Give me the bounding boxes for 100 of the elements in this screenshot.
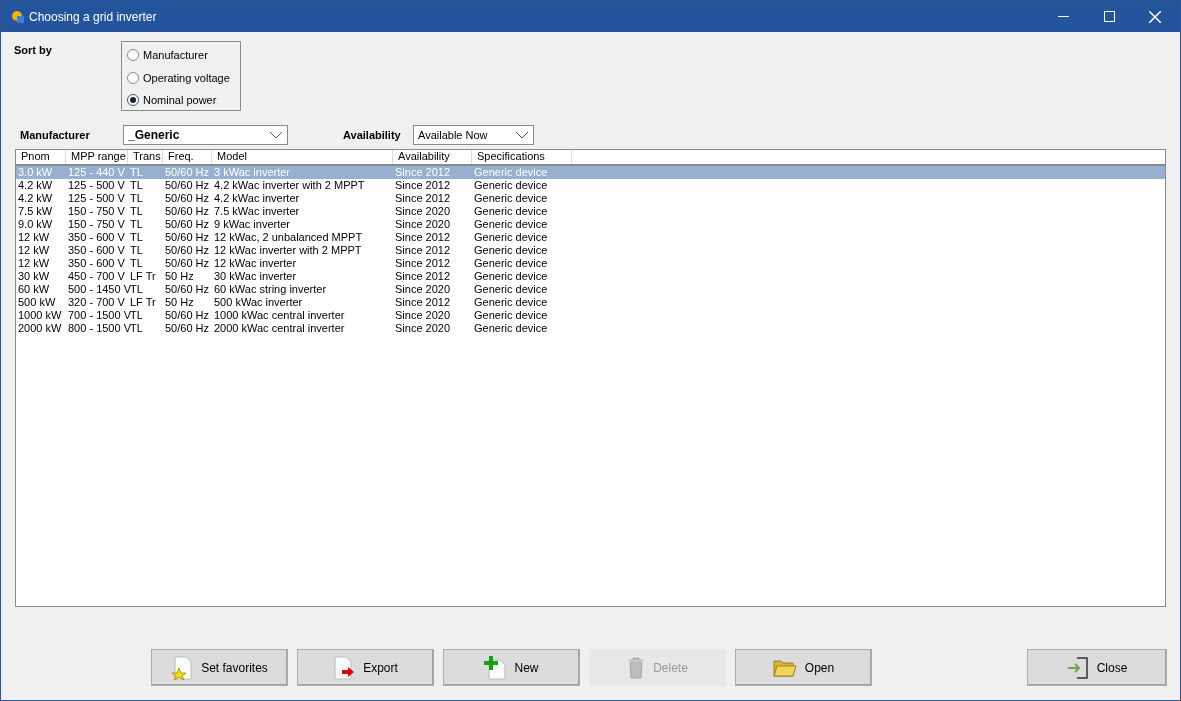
column-header[interactable]: Availability bbox=[393, 150, 472, 164]
table-cell-text: 125 - 440 V bbox=[67, 166, 126, 179]
table-cell-text: 12 kWac inverter with 2 MPPT bbox=[213, 244, 363, 257]
manufacturer-dropdown[interactable]: _Generic bbox=[123, 125, 288, 145]
sort-radio-option[interactable]: Nominal power bbox=[127, 92, 235, 109]
radio-button[interactable] bbox=[127, 71, 139, 84]
table-cell-text: 12 kW bbox=[17, 257, 51, 270]
close-button[interactable]: Close bbox=[1027, 649, 1167, 686]
table-cell-text: 1000 kW bbox=[17, 309, 63, 322]
export-button[interactable]: Export bbox=[297, 649, 434, 686]
chevron-down-icon bbox=[515, 131, 529, 139]
table-cell-text: 3.0 kW bbox=[17, 166, 54, 179]
new-button[interactable]: New bbox=[443, 649, 580, 686]
table-cell-text: 12 kW bbox=[17, 244, 51, 257]
column-header[interactable]: Pnom bbox=[16, 150, 66, 164]
table-cell-text: 9.0 kW bbox=[17, 218, 54, 231]
table-cell-text: 450 - 700 V bbox=[67, 270, 126, 283]
table-cell-text: 150 - 750 V bbox=[67, 218, 126, 231]
column-header[interactable]: Trans bbox=[128, 150, 163, 164]
chevron-down-icon bbox=[269, 131, 283, 139]
table-cell-text: Since 2020 bbox=[394, 309, 452, 322]
sort-radio-option[interactable]: Operating voltage bbox=[127, 69, 235, 86]
table-cell-text: 30 kW bbox=[17, 270, 51, 283]
table-cell-text: Since 2012 bbox=[394, 166, 452, 179]
table-cell-text: Generic device bbox=[473, 244, 549, 257]
table-cell-text: Generic device bbox=[473, 205, 549, 218]
table-cell-text: Since 2012 bbox=[394, 179, 452, 192]
table-row[interactable]: 2000 kW 800 - 1500 VTL 50/60 Hz 2000 kWac central inverter Since 2020 Generic device bbox=[16, 322, 1165, 335]
radio-button[interactable] bbox=[127, 49, 139, 62]
table-row[interactable]: 7.5 kW 150 - 750 V TL 50/60 Hz 7.5 kWac inverter Since 2020 Generic device bbox=[16, 205, 1165, 218]
table-cell-text: Since 2012 bbox=[394, 244, 452, 257]
sort-by-label: Sort by bbox=[14, 43, 53, 58]
column-header[interactable]: Model bbox=[212, 150, 393, 164]
table-cell-text: Generic device bbox=[473, 283, 549, 296]
table-cell-text: 50/60 Hz bbox=[164, 179, 211, 192]
table-cell-text: 50/60 Hz bbox=[164, 218, 211, 231]
table-cell-text: 4.2 kWac inverter with 2 MPPT bbox=[213, 179, 366, 192]
table-cell-text: 150 - 750 V bbox=[67, 205, 126, 218]
table-cell-text: 30 kWac inverter bbox=[213, 270, 298, 283]
table-cell-text: 12 kWac inverter bbox=[213, 257, 298, 270]
table-cell-text: 50/60 Hz bbox=[164, 257, 211, 270]
table-row[interactable]: 12 kW 350 - 600 V TL 50/60 Hz 12 kWac inverter Since 2012 Generic device bbox=[16, 257, 1165, 270]
table-cell-text: Since 2020 bbox=[394, 322, 452, 335]
table-row[interactable]: 9.0 kW 150 - 750 V TL 50/60 Hz 9 kWac inverter Since 2020 Generic device bbox=[16, 218, 1165, 231]
table-cell-text: 50/60 Hz bbox=[164, 244, 211, 257]
table-cell-text: Generic device bbox=[473, 296, 549, 309]
manufacturer-label: Manufacturer bbox=[20, 127, 91, 143]
sun-panel-icon bbox=[11, 9, 25, 24]
favorites-button[interactable]: Set favorites bbox=[151, 649, 288, 686]
table-cell-text: LF Tr bbox=[129, 270, 157, 283]
table-cell-text: TL bbox=[129, 179, 144, 192]
table-cell-text: 60 kWac string inverter bbox=[213, 283, 328, 296]
table-row[interactable]: 30 kW 450 - 700 V LF Tr 50 Hz 30 kWac inverter Since 2012 Generic device bbox=[16, 270, 1165, 283]
table-cell-text: Generic device bbox=[473, 166, 549, 179]
table-cell-text: Generic device bbox=[473, 322, 549, 335]
table-cell-text: 60 kW bbox=[17, 283, 51, 296]
table-row[interactable]: 12 kW 350 - 600 V TL 50/60 Hz 12 kWac, 2 unbalanced MPPT Since 2012 Generic device bbox=[16, 231, 1165, 244]
table-cell-text: 50 Hz bbox=[164, 296, 195, 309]
table-cell-text: 50/60 Hz bbox=[164, 166, 211, 179]
table-cell-text: Since 2020 bbox=[394, 205, 452, 218]
table-row[interactable]: 60 kW 500 - 1450 VTL 50/60 Hz 60 kWac string inverter Since 2020 Generic device bbox=[16, 283, 1165, 296]
document-arrow-icon bbox=[333, 655, 356, 680]
table-cell-text: 50/60 Hz bbox=[164, 322, 211, 335]
table-cell-text: 50/60 Hz bbox=[164, 192, 211, 205]
sort-radio-option[interactable]: Manufacturer bbox=[127, 47, 235, 64]
table-cell-text: Generic device bbox=[473, 192, 549, 205]
table-cell-text: 125 - 500 V bbox=[67, 179, 126, 192]
table-row[interactable]: 1000 kW 700 - 1500 VTL 50/60 Hz 1000 kWac central inverter Since 2020 Generic device bbox=[16, 309, 1165, 322]
table-cell-text: TL bbox=[129, 257, 144, 270]
availability-dropdown[interactable]: Available Now bbox=[413, 125, 534, 145]
column-header[interactable]: MPP range bbox=[66, 150, 128, 164]
table-cell-text: 50 Hz bbox=[164, 270, 195, 283]
table-cell-text: 9 kWac inverter bbox=[213, 218, 291, 231]
open-button[interactable]: Open bbox=[735, 649, 872, 686]
table-cell-text: Since 2020 bbox=[394, 218, 452, 231]
column-header[interactable]: Freq. bbox=[163, 150, 212, 164]
table-cell-text: TL bbox=[129, 205, 144, 218]
table-cell-text: 500 kW bbox=[17, 296, 57, 309]
table-cell-text: Generic device bbox=[473, 270, 549, 283]
table-row[interactable]: 4.2 kW 125 - 500 V TL 50/60 Hz 4.2 kWac inverter Since 2012 Generic device bbox=[16, 192, 1165, 205]
table-cell-text: TL bbox=[129, 218, 144, 231]
table-cell-text: Since 2020 bbox=[394, 283, 452, 296]
table-cell-text: 350 - 600 V bbox=[67, 257, 126, 270]
table-cell-text: LF Tr bbox=[129, 296, 157, 309]
column-header[interactable]: Specifications bbox=[472, 150, 572, 164]
radio-button[interactable] bbox=[127, 94, 139, 107]
table-cell-text: 4.2 kW bbox=[17, 179, 54, 192]
table-cell-text: 50/60 Hz bbox=[164, 309, 211, 322]
table-cell-text: 350 - 600 V bbox=[67, 244, 126, 257]
table-cell-text: Generic device bbox=[473, 218, 549, 231]
table-cell-text: 3 kWac inverter bbox=[213, 166, 291, 179]
table-row[interactable]: 500 kW 320 - 700 V LF Tr 50 Hz 500 kWac inverter Since 2012 Generic device bbox=[16, 296, 1165, 309]
table-cell-text: 7.5 kWac inverter bbox=[213, 205, 301, 218]
table-row[interactable]: 4.2 kW 125 - 500 V TL 50/60 Hz 4.2 kWac inverter with 2 MPPT Since 2012 Generic device bbox=[16, 179, 1165, 192]
table-cell-text: Generic device bbox=[473, 231, 549, 244]
table-cell-text: 2000 kW bbox=[17, 322, 63, 335]
table-cell-text: Generic device bbox=[473, 257, 549, 270]
star-document-icon bbox=[171, 655, 194, 680]
table-row[interactable]: 12 kW 350 - 600 V TL 50/60 Hz 12 kWac inverter with 2 MPPT Since 2012 Generic device bbox=[16, 244, 1165, 257]
availability-label: Availability bbox=[343, 127, 402, 143]
